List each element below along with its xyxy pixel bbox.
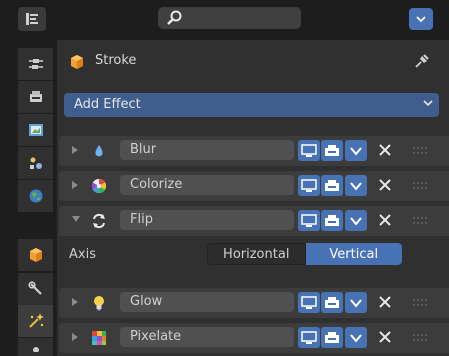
- viewport-toggle[interactable]: [298, 175, 320, 196]
- collapse-arrow-icon[interactable]: [71, 215, 81, 223]
- effect-panel-glow[interactable]: Glow: [59, 288, 449, 318]
- glow-bulb-icon: [94, 296, 104, 311]
- chevron-down-icon: [423, 100, 433, 107]
- close-icon[interactable]: [377, 212, 393, 228]
- drag-handle-icon[interactable]: [413, 181, 429, 191]
- render-toggle[interactable]: [321, 175, 343, 196]
- magnifier-icon: [167, 10, 182, 25]
- axis-vertical-option[interactable]: Vertical: [305, 243, 402, 265]
- tab-data[interactable]: [18, 338, 53, 356]
- effect-panel-pixelate[interactable]: Pixelate: [59, 323, 449, 353]
- view-layer-icon: [29, 157, 42, 169]
- drag-handle-icon[interactable]: [413, 146, 429, 156]
- effect-menu-toggle[interactable]: [345, 175, 367, 196]
- camera-icon: [325, 296, 339, 308]
- properties-tabs: [18, 40, 53, 356]
- tab-world[interactable]: [18, 180, 53, 212]
- editor-type-button[interactable]: [18, 7, 46, 31]
- effect-name-field[interactable]: Flip: [120, 210, 294, 230]
- axis-horizontal-option[interactable]: Horizontal: [207, 243, 306, 265]
- chevron-down-icon: [350, 146, 362, 156]
- expand-arrow-icon[interactable]: [71, 297, 79, 307]
- tab-output[interactable]: [18, 114, 53, 146]
- monitor-icon: [301, 143, 317, 157]
- effect-name-field[interactable]: Pixelate: [120, 327, 294, 347]
- colorize-icon: [91, 178, 107, 194]
- axis-label: Axis: [69, 247, 96, 262]
- close-icon[interactable]: [377, 142, 393, 158]
- close-icon[interactable]: [377, 294, 393, 310]
- monitor-icon: [301, 330, 317, 344]
- flip-icon: [93, 213, 105, 229]
- shader-fx-icon: [28, 313, 44, 328]
- monitor-icon: [301, 178, 317, 192]
- tab-render[interactable]: [18, 81, 53, 113]
- tab-view-layer[interactable]: [18, 147, 53, 179]
- header-bar: [0, 0, 449, 38]
- flip-axis-row: Axis Horizontal Vertical: [57, 238, 449, 270]
- chevron-down-icon: [350, 181, 362, 191]
- close-icon[interactable]: [377, 329, 393, 345]
- chevron-down-icon: [350, 216, 362, 226]
- drag-handle-icon[interactable]: [413, 333, 429, 343]
- effect-panel-flip[interactable]: Flip: [59, 206, 449, 236]
- effect-menu-toggle[interactable]: [345, 140, 367, 161]
- close-icon[interactable]: [377, 177, 393, 193]
- modifier-wrench-icon: [27, 281, 42, 295]
- effect-menu-toggle[interactable]: [345, 210, 367, 231]
- object-name: Stroke: [95, 53, 137, 68]
- viewport-toggle[interactable]: [298, 292, 320, 313]
- render-toggle[interactable]: [321, 292, 343, 313]
- camera-icon: [325, 331, 339, 343]
- options-dropdown-button[interactable]: [409, 8, 433, 30]
- expand-arrow-icon[interactable]: [71, 145, 79, 155]
- tab-tool[interactable]: [18, 48, 53, 80]
- chevron-down-icon: [350, 298, 362, 308]
- outliner-icon: [26, 13, 38, 25]
- search-field[interactable]: [158, 7, 301, 29]
- add-effect-dropdown[interactable]: Add Effect: [64, 93, 439, 117]
- effect-panel-blur[interactable]: Blur: [59, 136, 449, 166]
- viewport-toggle[interactable]: [298, 210, 320, 231]
- camera-icon: [325, 214, 339, 226]
- tab-object[interactable]: [18, 239, 53, 271]
- axis-selector: Horizontal Vertical: [207, 243, 402, 265]
- data-icon: [32, 347, 39, 352]
- drag-handle-icon[interactable]: [413, 298, 429, 308]
- camera-icon: [325, 144, 339, 156]
- monitor-icon: [301, 213, 317, 227]
- expand-arrow-icon[interactable]: [71, 180, 79, 190]
- effect-menu-toggle[interactable]: [345, 292, 367, 313]
- drag-handle-icon[interactable]: [413, 216, 429, 226]
- monitor-icon: [301, 295, 317, 309]
- render-toggle[interactable]: [321, 140, 343, 161]
- blur-drop-icon: [95, 145, 103, 157]
- effect-panel-colorize[interactable]: Colorize: [59, 171, 449, 201]
- render-icon: [29, 91, 42, 102]
- properties-panel: Stroke Add Effect Blur Colorize Flip Axi…: [57, 40, 449, 356]
- camera-icon: [325, 179, 339, 191]
- object-cube-icon: [71, 55, 83, 69]
- output-icon: [28, 124, 43, 136]
- object-icon: [29, 248, 42, 262]
- viewport-toggle[interactable]: [298, 327, 320, 348]
- expand-arrow-icon[interactable]: [71, 332, 79, 342]
- context-path: Stroke: [57, 40, 449, 84]
- tab-modifier[interactable]: [18, 272, 53, 305]
- pin-icon[interactable]: [413, 52, 431, 70]
- tool-icon: [28, 59, 43, 69]
- world-icon: [29, 189, 42, 203]
- render-toggle[interactable]: [321, 210, 343, 231]
- effect-name-field[interactable]: Blur: [120, 140, 294, 160]
- effect-name-field[interactable]: Glow: [120, 292, 294, 312]
- add-effect-label: Add Effect: [74, 97, 141, 112]
- render-toggle[interactable]: [321, 327, 343, 348]
- effect-menu-toggle[interactable]: [345, 327, 367, 348]
- chevron-down-icon: [350, 333, 362, 343]
- tab-shader-fx[interactable]: [18, 305, 53, 337]
- effect-name-field[interactable]: Colorize: [120, 175, 294, 195]
- chevron-down-icon: [416, 16, 426, 23]
- viewport-toggle[interactable]: [298, 140, 320, 161]
- pixelate-icon: [92, 331, 106, 345]
